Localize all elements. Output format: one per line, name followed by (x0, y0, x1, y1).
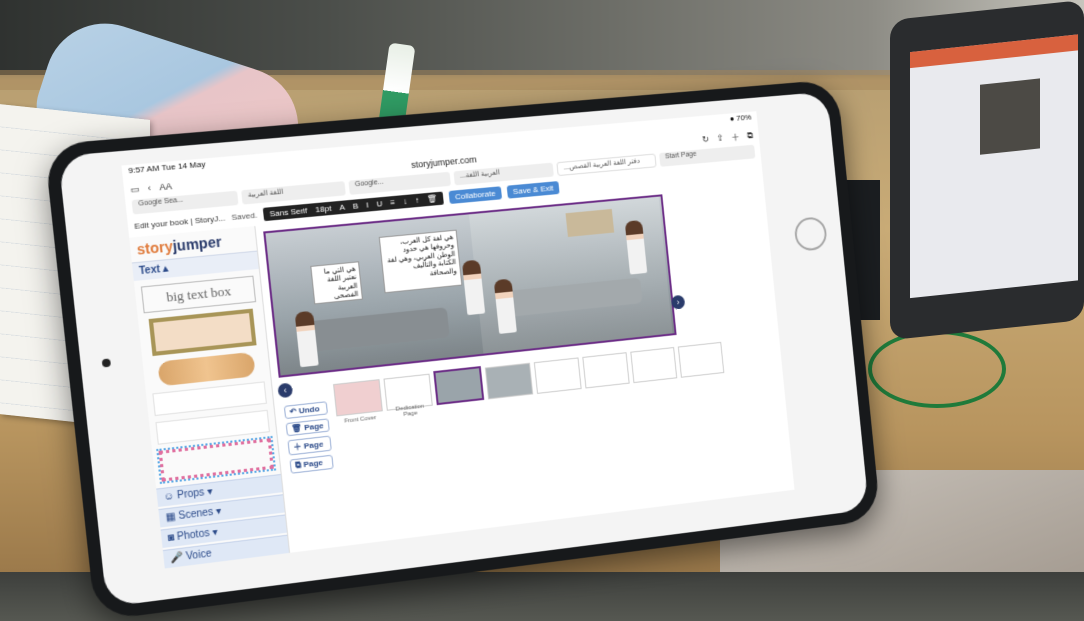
page-controls: ↶ Undo 🗑 Page ＋ Page ⧉ Page (283, 401, 334, 474)
saved-status: Saved. (230, 210, 258, 222)
character-girl[interactable] (294, 310, 319, 368)
bold-button[interactable]: B (350, 201, 360, 211)
battery-indicator: ● 70% (729, 112, 752, 124)
green-rubber-band (868, 330, 1006, 408)
italic-button[interactable]: I (364, 200, 371, 210)
delete-page-button[interactable]: 🗑 Page (285, 418, 330, 437)
align-icon[interactable]: ≡ (388, 197, 398, 207)
scroll-item[interactable] (157, 351, 256, 387)
new-tab-icon[interactable]: ＋ (731, 130, 741, 143)
underline-button[interactable]: U (374, 198, 385, 209)
move-up-icon[interactable]: ↑ (413, 195, 422, 205)
second-tablet-screen (910, 34, 1078, 299)
thumb-front-cover[interactable]: Front Cover (333, 379, 383, 425)
bamboo-frame-item[interactable] (148, 308, 257, 357)
duplicate-page-button[interactable]: ⧉ Page (289, 454, 334, 474)
thumb-page-5[interactable] (630, 347, 678, 384)
speech-bubble-small[interactable]: هي التي ما نعتبر اللغة العربية الفصحى (310, 261, 363, 305)
collaborate-button[interactable]: Collaborate (448, 185, 502, 204)
second-tablet-image (980, 78, 1040, 155)
back-icon[interactable]: ‹ (147, 183, 151, 194)
aa-button[interactable]: AA (159, 181, 173, 192)
painting (565, 208, 615, 237)
speech-bubble-main[interactable]: هي لغة كل العرب، وحروفها هي حدود الوطن ا… (378, 229, 463, 294)
second-tablet (890, 0, 1084, 341)
tabs-icon[interactable]: ⧉ (747, 130, 754, 141)
prev-page-button[interactable]: ‹ (277, 382, 294, 399)
font-color-button[interactable]: A (337, 202, 347, 212)
sofa-left (305, 307, 450, 353)
sidebar-icon[interactable]: ▭ (130, 183, 140, 195)
share-icon[interactable]: ⇪ (716, 132, 724, 143)
dotted-frame-item[interactable] (156, 435, 276, 485)
undo-button[interactable]: ↶ Undo (283, 401, 328, 420)
next-page-button[interactable]: › (670, 294, 686, 310)
thumb-page-1[interactable] (433, 366, 485, 406)
font-size-select[interactable]: 18pt (313, 203, 334, 214)
add-page-button[interactable]: ＋ Page (287, 435, 332, 456)
thumb-page-4[interactable] (582, 352, 630, 389)
page-title: Edit your book | StoryJ... (133, 212, 226, 231)
thumb-dedication[interactable]: Dedication Page (383, 373, 433, 418)
delete-icon[interactable]: 🗑 (425, 193, 440, 204)
thumb-page-3[interactable] (533, 357, 582, 394)
thumb-page-2[interactable] (484, 362, 534, 400)
reload-icon[interactable]: ↻ (701, 134, 709, 145)
font-select[interactable]: Sans Serif (267, 205, 310, 218)
second-tablet-header (910, 34, 1078, 69)
ipad-screen: 9:57 AM Tue 14 May ● 70% ▭ ‹ AA storyjum… (121, 111, 795, 569)
thumb-page-6[interactable] (677, 341, 725, 378)
save-exit-button[interactable]: Save & Exit (506, 180, 560, 199)
big-text-box-item[interactable]: big text box (140, 275, 257, 314)
page-canvas[interactable]: هي لغة كل العرب، وحروفها هي حدود الوطن ا… (263, 194, 677, 378)
move-down-icon[interactable]: ↓ (401, 196, 410, 206)
